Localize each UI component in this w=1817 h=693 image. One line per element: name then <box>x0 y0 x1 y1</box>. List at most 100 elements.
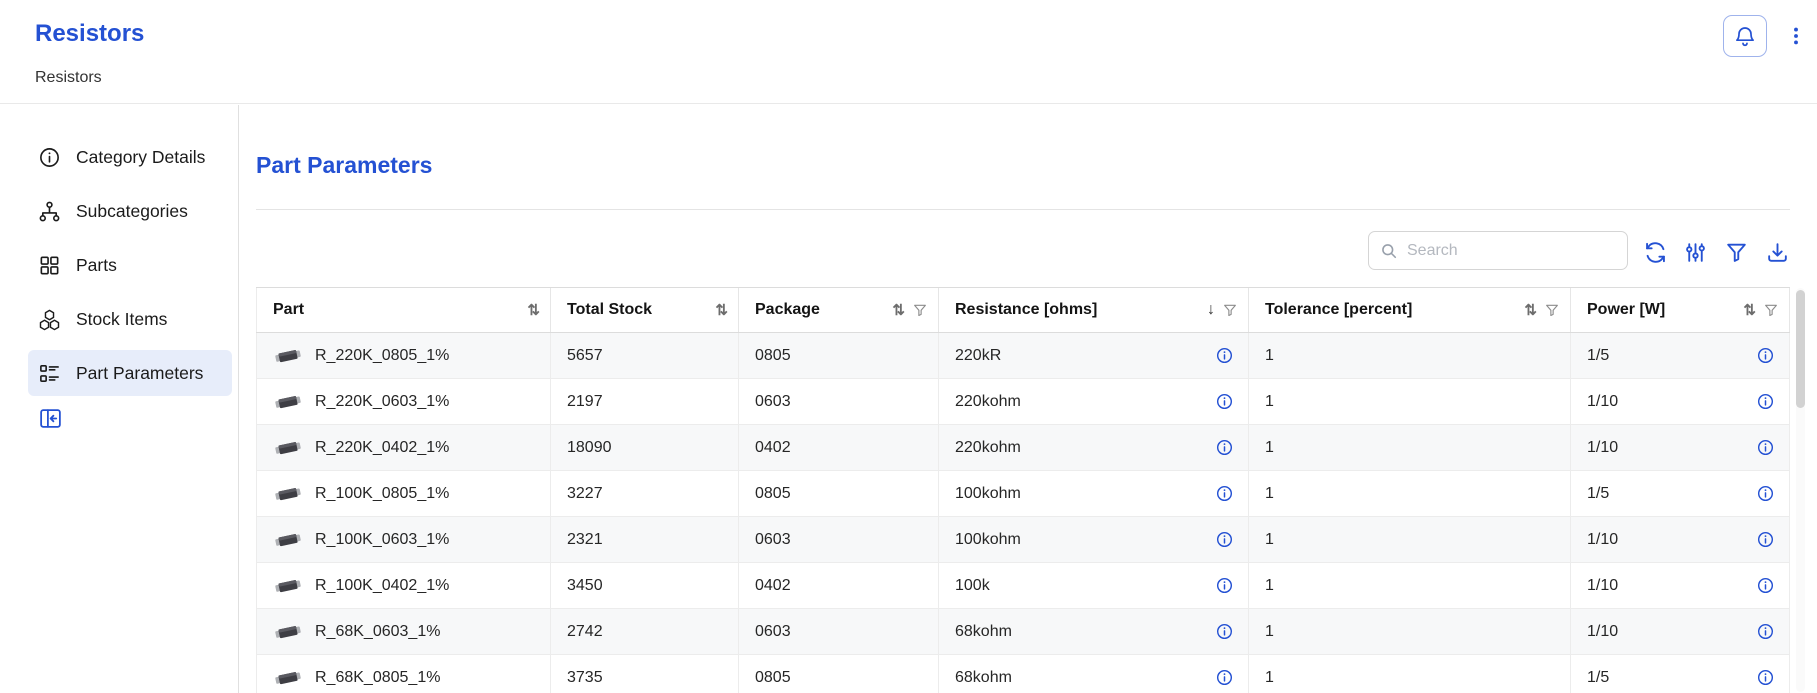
info-icon[interactable] <box>1215 622 1234 641</box>
sort-icon[interactable]: ⇅ <box>527 303 540 318</box>
column-filter-icon[interactable] <box>912 302 928 318</box>
power-value: 1/5 <box>1587 485 1609 503</box>
power-value: 1/10 <box>1587 439 1618 457</box>
total-stock-value: 3450 <box>567 577 603 595</box>
column-label: Resistance [ohms] <box>955 301 1097 319</box>
sidebar-item-stock-items[interactable]: Stock Items <box>28 296 232 342</box>
kebab-menu-button[interactable] <box>1779 19 1813 53</box>
info-icon[interactable] <box>1756 530 1775 549</box>
info-icon[interactable] <box>1756 576 1775 595</box>
info-icon[interactable] <box>1756 392 1775 411</box>
info-icon[interactable] <box>1756 346 1775 365</box>
cell-power: 1/10 <box>1571 563 1790 608</box>
cell-tolerance: 1 <box>1249 563 1571 608</box>
search-input[interactable] <box>1407 242 1617 260</box>
table-row[interactable]: R_100K_0805_1% 3227 0805 100kohm 1 1/5 <box>256 471 1790 517</box>
total-stock-value: 3735 <box>567 669 603 687</box>
part-name: R_220K_0805_1% <box>315 347 449 365</box>
column-settings-button[interactable] <box>1678 235 1712 269</box>
power-value: 1/10 <box>1587 577 1618 595</box>
column-header-total-stock[interactable]: Total Stock ⇅ <box>551 288 739 332</box>
tolerance-value: 1 <box>1265 531 1274 549</box>
sort-icon[interactable]: ⇅ <box>1743 303 1756 318</box>
column-header-power[interactable]: Power [W] ⇅ <box>1571 288 1790 332</box>
column-filter-icon[interactable] <box>1763 302 1779 318</box>
scrollbar-thumb[interactable] <box>1796 290 1805 408</box>
cell-power: 1/5 <box>1571 655 1790 693</box>
page-title: Resistors <box>35 20 144 48</box>
cell-package: 0603 <box>739 379 939 424</box>
info-icon[interactable] <box>1756 668 1775 687</box>
column-settings-icon <box>1683 240 1708 265</box>
column-header-package[interactable]: Package ⇅ <box>739 288 939 332</box>
table-row[interactable]: R_220K_0805_1% 5657 0805 220kR 1 1/5 <box>256 333 1790 379</box>
sort-icon[interactable]: ⇅ <box>892 303 905 318</box>
resistance-value: 68kohm <box>955 669 1012 687</box>
filter-button[interactable] <box>1719 235 1753 269</box>
refresh-button[interactable] <box>1638 235 1672 269</box>
search-box[interactable] <box>1368 231 1628 270</box>
table-row[interactable]: R_220K_0603_1% 2197 0603 220kohm 1 1/10 <box>256 379 1790 425</box>
sidebar-item-parts[interactable]: Parts <box>28 242 232 288</box>
info-icon[interactable] <box>1215 484 1234 503</box>
column-header-part[interactable]: Part ⇅ <box>256 288 551 332</box>
resistance-value: 220kR <box>955 347 1001 365</box>
sidebar-item-category-details[interactable]: Category Details <box>28 134 232 180</box>
cell-part: R_68K_0603_1% <box>256 609 551 654</box>
breadcrumb[interactable]: Resistors <box>35 69 102 87</box>
collapse-sidebar-icon <box>38 406 63 431</box>
cell-total-stock: 2197 <box>551 379 739 424</box>
info-icon[interactable] <box>1215 438 1234 457</box>
column-header-tolerance[interactable]: Tolerance [percent] ⇅ <box>1249 288 1571 332</box>
table-row[interactable]: R_100K_0603_1% 2321 0603 100kohm 1 1/10 <box>256 517 1790 563</box>
tolerance-value: 1 <box>1265 485 1274 503</box>
resistance-value: 100kohm <box>955 531 1021 549</box>
total-stock-value: 2197 <box>567 393 603 411</box>
info-icon[interactable] <box>1215 346 1234 365</box>
info-icon[interactable] <box>1756 622 1775 641</box>
info-icon[interactable] <box>1756 484 1775 503</box>
total-stock-value: 5657 <box>567 347 603 365</box>
package-value: 0805 <box>755 669 791 687</box>
sidebar-item-part-parameters[interactable]: Part Parameters <box>28 350 232 396</box>
download-button[interactable] <box>1760 235 1794 269</box>
refresh-icon <box>1643 240 1668 265</box>
package-value: 0603 <box>755 393 791 411</box>
info-icon <box>38 146 61 169</box>
info-icon[interactable] <box>1215 668 1234 687</box>
sort-icon[interactable]: ⇅ <box>715 303 728 318</box>
sidebar-item-label: Stock Items <box>76 309 167 330</box>
sidebar-item-subcategories[interactable]: Subcategories <box>28 188 232 234</box>
cell-power: 1/5 <box>1571 333 1790 378</box>
sort-desc-icon[interactable]: ↓ <box>1207 302 1215 318</box>
column-filter-icon[interactable] <box>1544 302 1560 318</box>
cell-resistance: 100k <box>939 563 1249 608</box>
column-filter-icon[interactable] <box>1222 302 1238 318</box>
app-header: Resistors Resistors <box>0 0 1817 104</box>
info-icon[interactable] <box>1215 530 1234 549</box>
part-name: R_100K_0603_1% <box>315 531 449 549</box>
table-row[interactable]: R_68K_0805_1% 3735 0805 68kohm 1 1/5 <box>256 655 1790 693</box>
sidebar-item-label: Subcategories <box>76 201 188 222</box>
table-row[interactable]: R_220K_0402_1% 18090 0402 220kohm 1 1/10 <box>256 425 1790 471</box>
resistor-thumbnail-icon <box>273 394 303 410</box>
table-row[interactable]: R_100K_0402_1% 3450 0402 100k 1 1/10 <box>256 563 1790 609</box>
info-icon[interactable] <box>1215 392 1234 411</box>
grid-icon <box>38 254 61 277</box>
table-row[interactable]: R_68K_0603_1% 2742 0603 68kohm 1 1/10 <box>256 609 1790 655</box>
info-icon[interactable] <box>1215 576 1234 595</box>
total-stock-value: 2742 <box>567 623 603 641</box>
sidebar-item-label: Part Parameters <box>76 363 203 384</box>
download-icon <box>1765 240 1790 265</box>
notifications-button[interactable] <box>1723 15 1767 57</box>
collapse-sidebar-button[interactable] <box>38 406 63 431</box>
table-scrollbar[interactable] <box>1796 288 1805 692</box>
column-header-resistance[interactable]: Resistance [ohms] ↓ <box>939 288 1249 332</box>
info-icon[interactable] <box>1756 438 1775 457</box>
cell-resistance: 68kohm <box>939 609 1249 654</box>
cell-resistance: 100kohm <box>939 471 1249 516</box>
total-stock-value: 18090 <box>567 439 612 457</box>
cell-tolerance: 1 <box>1249 655 1571 693</box>
sort-icon[interactable]: ⇅ <box>1524 303 1537 318</box>
column-label: Tolerance [percent] <box>1265 301 1412 319</box>
